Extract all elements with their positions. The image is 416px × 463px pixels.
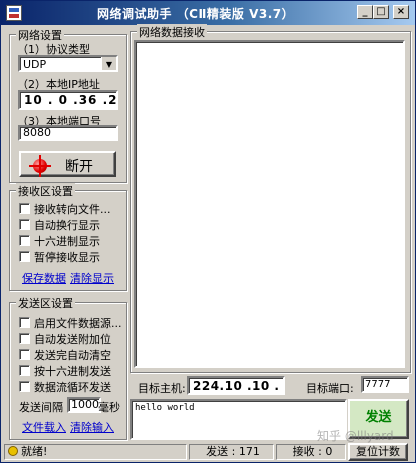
clear-display-link[interactable]: 清除显示 [70, 270, 114, 286]
send-data-textarea[interactable]: hello world [130, 399, 347, 440]
app-icon [6, 5, 22, 21]
target-port-field[interactable]: 7777 [361, 376, 409, 393]
receive-settings-group: 接收区设置 接收转向文件... 自动换行显示 十六进制显示 暂停接收显示 保存数… [9, 183, 127, 291]
hex-display-label: 十六进制显示 [34, 235, 100, 248]
connection-status-icon [29, 155, 51, 177]
disconnect-label: 断开 [65, 159, 93, 175]
interval-unit-label: 毫秒 [98, 401, 120, 414]
auto-append-checkbox[interactable] [19, 333, 30, 344]
clear-input-link[interactable]: 清除输入 [70, 419, 114, 435]
local-ip-field[interactable]: 10 . 0 .36 .250 [18, 90, 118, 110]
maximize-button[interactable]: □ [373, 5, 389, 19]
title-bar: 网络调试助手 （CⅡ精装版 V3.7） _ □ × [1, 1, 415, 25]
status-icon [8, 446, 18, 456]
status-cell: 就绪! [4, 444, 187, 460]
sent-count: 发送 : 171 [189, 444, 274, 460]
hex-send-label: 按十六进制发送 [34, 365, 111, 378]
save-data-link[interactable]: 保存数据 [22, 270, 66, 286]
network-settings-group: 网络设置 （1）协议类型 UDP ▼ （2）本地IP地址 10 . 0 .36 … [9, 27, 127, 183]
watermark: 知乎 @lllyard [317, 429, 394, 443]
disconnect-button[interactable]: 断开 [19, 151, 116, 177]
app-window: 网络调试助手 （CⅡ精装版 V3.7） _ □ × 网络设置 （1）协议类型 U… [0, 0, 416, 463]
target-host-label: 目标主机: [138, 382, 186, 395]
chevron-down-icon[interactable]: ▼ [101, 57, 116, 70]
auto-append-label: 自动发送附加位 [34, 333, 111, 346]
target-host-field[interactable]: 224.10 .10 . 1 [187, 376, 285, 395]
file-source-label: 启用文件数据源... [34, 317, 122, 330]
receive-settings-title: 接收区设置 [16, 183, 75, 199]
received-count: 接收 : 0 [276, 444, 346, 460]
loop-send-checkbox[interactable] [19, 381, 30, 392]
pause-display-label: 暂停接收显示 [34, 251, 100, 264]
receive-area-group: 网络数据接收 [130, 24, 411, 373]
receive-to-file-label: 接收转向文件... [34, 203, 111, 216]
auto-clear-label: 发送完自动清空 [34, 349, 111, 362]
auto-wrap-checkbox[interactable] [19, 219, 30, 230]
reset-count-button[interactable]: 复位计数 [348, 443, 408, 461]
protocol-value: UDP [23, 58, 47, 71]
protocol-select[interactable]: UDP ▼ [18, 55, 118, 72]
target-port-label: 目标端口: [306, 382, 354, 395]
file-load-link[interactable]: 文件载入 [22, 419, 66, 435]
send-settings-title: 发送区设置 [16, 295, 75, 311]
minimize-button[interactable]: _ [357, 5, 373, 19]
auto-clear-checkbox[interactable] [19, 349, 30, 360]
receive-data-textarea[interactable] [134, 40, 405, 368]
receive-to-file-checkbox[interactable] [19, 203, 30, 214]
file-source-checkbox[interactable] [19, 317, 30, 328]
status-text: 就绪! [21, 445, 48, 458]
send-settings-group: 发送区设置 启用文件数据源... 自动发送附加位 发送完自动清空 按十六进制发送… [9, 295, 127, 440]
auto-wrap-label: 自动换行显示 [34, 219, 100, 232]
hex-send-checkbox[interactable] [19, 365, 30, 376]
loop-send-label: 数据流循环发送 [34, 381, 111, 394]
local-port-field[interactable]: 8080 [18, 125, 118, 141]
window-title: 网络调试助手 （CⅡ精装版 V3.7） [97, 7, 295, 21]
send-interval-field[interactable]: 1000 [67, 397, 101, 413]
send-interval-label: 发送间隔 [19, 401, 63, 414]
hex-display-checkbox[interactable] [19, 235, 30, 246]
pause-display-checkbox[interactable] [19, 251, 30, 262]
receive-area-title: 网络数据接收 [137, 24, 207, 40]
close-button[interactable]: × [393, 5, 409, 19]
